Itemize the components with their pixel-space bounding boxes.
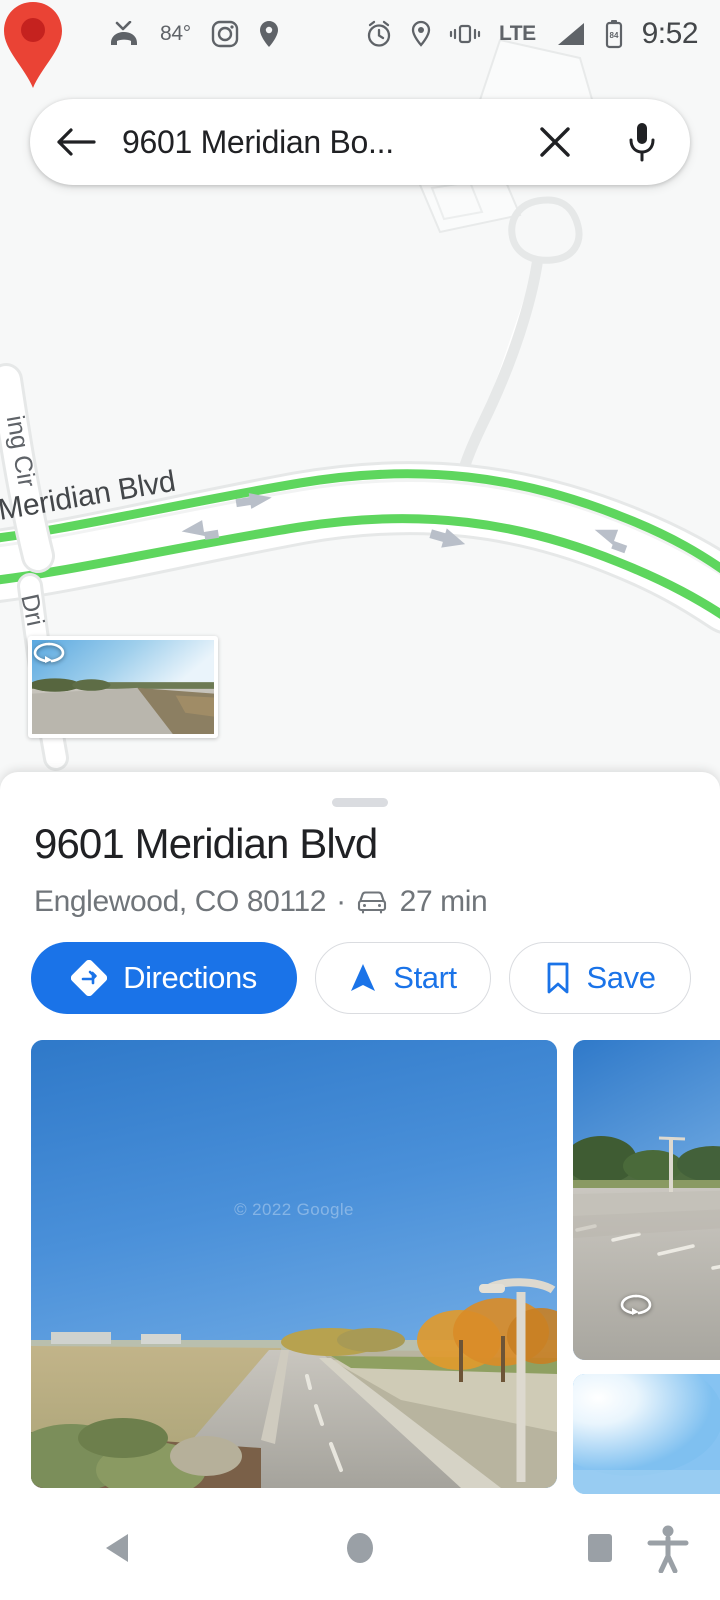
rotate-arrow-icon <box>620 1294 652 1315</box>
status-bar: 84° LTE 84 9:52 <box>0 0 720 68</box>
rotate-arrow-icon <box>33 642 65 663</box>
photo-watermark: © 2022 Google <box>234 1200 354 1219</box>
network-type-label: LTE <box>499 22 536 45</box>
location-pin-icon <box>259 21 278 47</box>
photo-gallery[interactable]: © 2022 Google <box>31 1040 720 1500</box>
android-navigation-bar <box>0 1496 720 1600</box>
missed-call-icon <box>111 21 137 45</box>
drag-handle[interactable] <box>332 798 388 807</box>
street-view-photo-main[interactable]: © 2022 Google <box>31 1040 557 1488</box>
back-triangle-icon <box>106 1534 128 1562</box>
status-bar-left-icons: 84° <box>108 0 279 68</box>
page-title: 9601 Meridian Blvd <box>34 820 378 867</box>
drive-time-label: 27 min <box>399 885 488 918</box>
bookmark-icon <box>547 962 568 994</box>
search-input[interactable]: 9601 Meridian Bo... <box>122 124 516 161</box>
recents-square-icon <box>588 1534 612 1562</box>
svg-text:84: 84 <box>609 31 618 40</box>
save-button-label: Save <box>586 960 656 995</box>
street-view-thumbnail[interactable] <box>28 636 218 738</box>
street-view-photo-side-1[interactable] <box>573 1040 720 1360</box>
camera-icon <box>211 20 239 48</box>
search-bar[interactable]: 9601 Meridian Bo... <box>30 99 690 185</box>
alarm-clock-icon <box>367 20 391 47</box>
place-details-sheet[interactable]: 9601 Meridian Blvd Englewood, CO 80112 ·… <box>0 772 720 1600</box>
home-circle-icon <box>347 1533 373 1563</box>
clear-search-button[interactable] <box>516 99 594 185</box>
directions-button-label: Directions <box>123 960 257 995</box>
vibrate-icon <box>449 24 481 44</box>
battery-icon: 84 <box>605 20 622 49</box>
location-pin-icon <box>411 20 431 47</box>
save-button[interactable]: Save <box>509 942 691 1014</box>
voice-search-button[interactable] <box>594 99 690 185</box>
back-button[interactable] <box>30 99 122 185</box>
place-address: Englewood, CO 80112 <box>34 885 327 918</box>
car-icon <box>356 889 388 915</box>
back-arrow-icon <box>57 128 96 156</box>
directions-button[interactable]: Directions <box>31 942 297 1014</box>
close-x-icon <box>540 127 570 157</box>
action-buttons-row: Directions Start Save <box>31 942 691 1014</box>
start-button[interactable]: Start <box>315 942 492 1014</box>
signal-bars-icon <box>557 23 584 45</box>
start-button-label: Start <box>393 960 457 995</box>
accessibility-icon <box>647 1525 689 1573</box>
temperature-label: 84° <box>160 22 191 45</box>
subtitle-separator: · <box>336 885 346 918</box>
place-subtitle: Englewood, CO 80112 · 27 min <box>34 882 684 922</box>
navigation-arrow-icon <box>351 964 376 991</box>
microphone-icon <box>629 123 655 162</box>
nav-back-button[interactable] <box>0 1496 240 1600</box>
clock-label: 9:52 <box>641 17 699 50</box>
nav-accessibility-button[interactable] <box>644 1496 692 1600</box>
status-bar-right-icons: LTE 84 9:52 <box>365 0 699 68</box>
nav-home-button[interactable] <box>240 1496 480 1600</box>
directions-diamond-icon <box>71 960 108 996</box>
street-view-photo-side-2[interactable] <box>573 1374 720 1494</box>
